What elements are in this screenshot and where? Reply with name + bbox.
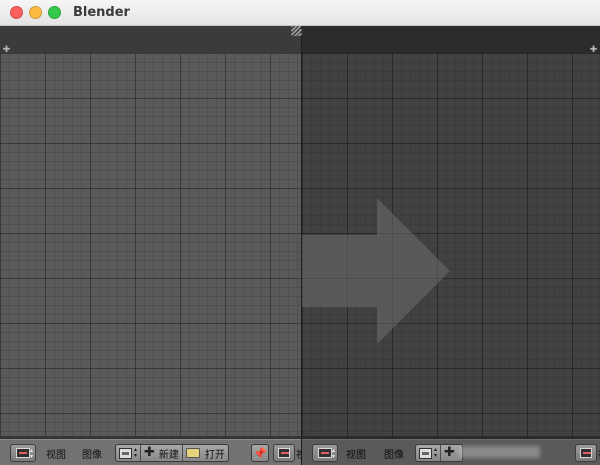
right-editor-header: ▴▾ 视图 图像 ▴▾ ✚ 视 (302, 439, 600, 465)
pin-button[interactable]: 📌 (251, 444, 269, 462)
right-editor-canvas[interactable] (302, 53, 600, 436)
right-browse-image-button[interactable]: ▴ ▾ (416, 445, 442, 461)
chevron-updown-icon: ▴ ▾ (29, 447, 33, 460)
right-menu-view[interactable]: 视图 (346, 446, 366, 461)
right-menu-image[interactable]: 图像 (384, 446, 404, 461)
left-editor-canvas[interactable] (0, 53, 301, 436)
chevron-updown-icon: ▴ ▾ (331, 447, 335, 460)
drag-arrow-overlay-icon (302, 198, 450, 344)
minimize-icon[interactable] (29, 6, 42, 19)
right-second-editor-type-button[interactable] (575, 444, 597, 462)
browse-image-button[interactable]: ▴ ▾ (116, 445, 142, 461)
window-title: Blender (73, 5, 130, 20)
image-editor-icon (278, 448, 290, 458)
image-datablock-group: ▴ ▾ ✚ 新建 打开 (115, 444, 229, 462)
right-image-editor: ✚ (292, 26, 600, 465)
open-image-button[interactable]: 打开 (183, 445, 228, 461)
close-icon[interactable] (10, 6, 23, 19)
new-image-label: 新建 (158, 449, 179, 461)
menu-view[interactable]: 视图 (46, 446, 66, 461)
left-editor-header: ▴ ▾ 视图 图像 ▴ ▾ ✚ 新建 打开 📌 视 (0, 439, 306, 465)
new-image-button[interactable]: ✚ 新建 (141, 445, 183, 461)
right-editor-type-button[interactable]: ▴ ▾ (312, 444, 338, 462)
folder-icon (185, 448, 200, 458)
open-image-label: 打开 (204, 449, 225, 461)
browse-image-icon (119, 447, 132, 459)
image-editor-icon (318, 448, 332, 458)
browse-image-icon (419, 447, 432, 459)
menu-image[interactable]: 图像 (82, 446, 102, 461)
image-editor-icon (580, 448, 592, 458)
image-editor-icon (16, 448, 30, 458)
right-editor-top-region (302, 26, 600, 53)
window-titlebar[interactable]: Blender (0, 0, 600, 26)
chevron-updown-icon: ▴ ▾ (434, 446, 438, 459)
editor-type-button[interactable]: ▴ ▾ (10, 444, 36, 462)
right-image-datablock-group: ▴ ▾ ✚ (415, 444, 463, 462)
pin-icon: 📌 (253, 446, 267, 460)
window-controls (10, 6, 61, 19)
plus-icon: ✚ (444, 445, 455, 460)
right-new-image-button[interactable]: ✚ (441, 445, 462, 461)
left-image-editor: ✚ (0, 26, 301, 465)
left-editor-top-region (0, 26, 301, 53)
second-editor-type-button[interactable] (273, 444, 295, 462)
editor-header-bar: ▴ ▾ 视图 图像 ▴ ▾ ✚ 新建 打开 📌 视 ▴ ▾ 视图 图像 ▴ ▾ … (0, 439, 600, 465)
chevron-updown-icon: ▴ ▾ (134, 446, 138, 459)
plus-icon: ✚ (144, 445, 155, 460)
watermark-overlay (460, 446, 540, 458)
zoom-icon[interactable] (48, 6, 61, 19)
right-area-split-corner-left-icon[interactable] (292, 26, 302, 36)
